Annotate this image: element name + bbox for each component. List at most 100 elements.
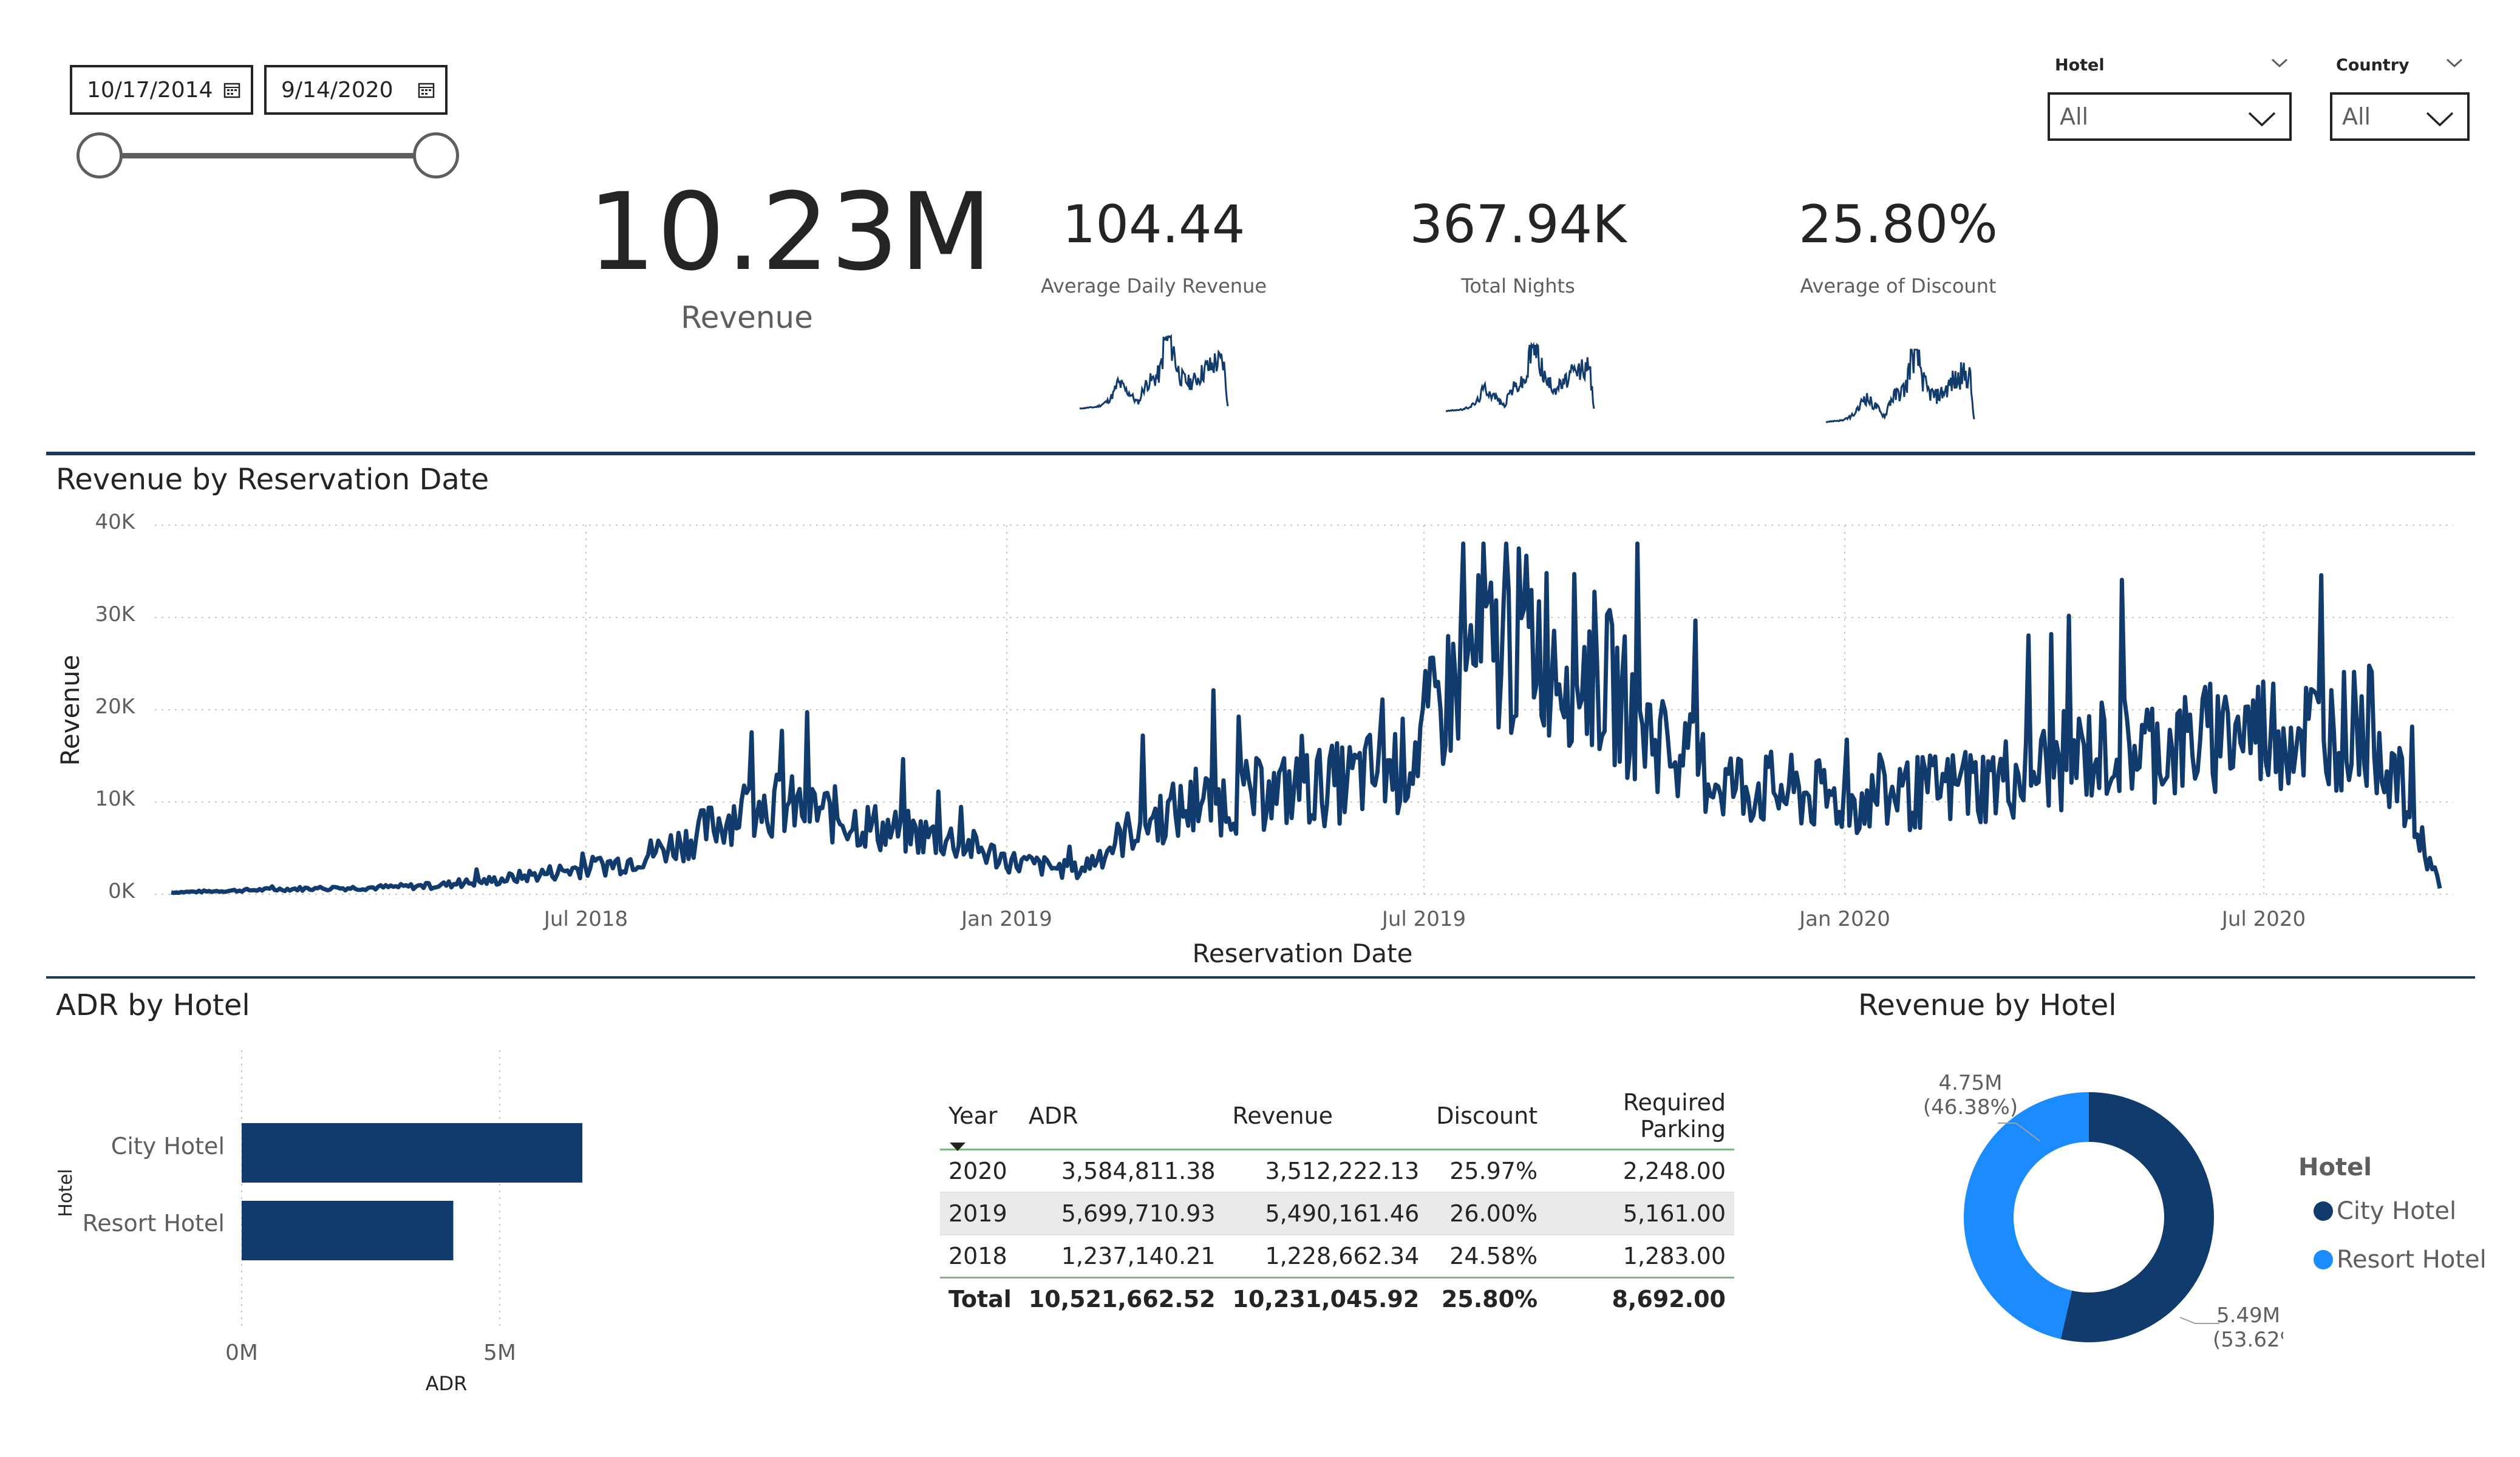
adr-bar-resort-hotel[interactable] <box>242 1201 454 1260</box>
yearly-summary-table: Year ADR Revenue Discount Required Parki… <box>940 1081 1734 1320</box>
x-tick-label: Jan 2020 <box>1798 907 1890 931</box>
nights-kpi-value: 367.94K <box>1409 194 1627 255</box>
cell-adr: 1,237,140.21 <box>1020 1235 1224 1279</box>
x-tick-label: Jul 2019 <box>1381 907 1466 931</box>
adr-kpi-label: Average Daily Revenue <box>1040 274 1267 297</box>
column-header-discount[interactable]: Discount <box>1428 1081 1547 1150</box>
y-tick-label: 40K <box>95 510 135 534</box>
resort-value-label: 4.75M <box>1938 1071 2002 1095</box>
x-tick-label: Jan 2019 <box>960 907 1052 931</box>
end-date-input[interactable]: 9/14/2020 <box>264 65 448 115</box>
calendar-icon[interactable] <box>417 81 435 99</box>
x-axis-label: ADR <box>426 1372 468 1395</box>
end-date-text: 9/14/2020 <box>281 77 393 103</box>
cell-revenue: 1,228,662.34 <box>1224 1235 1428 1279</box>
cell-discount: 25.97% <box>1428 1149 1547 1193</box>
cell-required-parking: 5,161.00 <box>1546 1192 1734 1235</box>
x-tick-label: Jul 2020 <box>2221 907 2306 931</box>
start-date-text: 10/17/2014 <box>87 77 213 103</box>
sort-descending-icon[interactable] <box>950 1143 965 1151</box>
country-slicer-label: Country <box>2336 56 2409 75</box>
resort-pct-label: (46.38%) <box>1923 1095 2018 1119</box>
cell-revenue: 3,512,222.13 <box>1224 1149 1428 1193</box>
cell-year: 2019 <box>940 1192 1020 1235</box>
chevron-down-icon <box>2248 112 2276 126</box>
table-total-row: Total 10,521,662.52 10,231,045.92 25.80%… <box>940 1277 1734 1320</box>
revenue-kpi-label: Revenue <box>681 300 813 335</box>
adr-bar-chart-title: ADR by Hotel <box>56 988 250 1022</box>
discount-kpi-value: 25.80% <box>1799 194 1998 255</box>
y-tick-label: 20K <box>95 695 135 719</box>
column-header-year[interactable]: Year <box>940 1081 1020 1151</box>
legend-item-city-hotel[interactable]: City Hotel <box>2314 1197 2456 1225</box>
hotel-dropdown-value: All <box>2060 103 2089 130</box>
column-header-adr[interactable]: ADR <box>1020 1081 1224 1150</box>
table-row[interactable]: 2018 1,237,140.21 1,228,662.34 24.58% 1,… <box>940 1235 1734 1279</box>
cell-adr: 3,584,811.38 <box>1020 1149 1224 1193</box>
date-range-start-handle[interactable] <box>77 132 123 178</box>
donut-chart-title: Revenue by Hotel <box>1858 988 2117 1022</box>
cell-total-required-parking: 8,692.00 <box>1546 1277 1734 1320</box>
discount-sparkline <box>1825 348 1975 423</box>
x-tick-label: Jul 2018 <box>543 907 628 931</box>
x-axis-label: Reservation Date <box>1193 939 1413 968</box>
date-range-end-handle[interactable] <box>413 132 459 178</box>
table-row[interactable]: 2019 5,699,710.93 5,490,161.46 26.00% 5,… <box>940 1192 1734 1235</box>
cell-year: 2020 <box>940 1149 1020 1193</box>
adr-kpi-value: 104.44 <box>1062 194 1245 255</box>
column-header-required-parking[interactable]: Required Parking <box>1546 1081 1734 1150</box>
adr-sparkline <box>1079 334 1229 410</box>
date-range-slider-track[interactable] <box>100 153 436 158</box>
legend-dot-icon <box>2314 1250 2333 1269</box>
city-pct-label: (53.62%) <box>2213 1328 2283 1352</box>
revenue-line-chart-title: Revenue by Reservation Date <box>56 463 489 497</box>
cell-year: 2018 <box>940 1235 1020 1279</box>
nights-sparkline <box>1446 341 1595 412</box>
country-dropdown[interactable]: All <box>2330 92 2470 141</box>
country-dropdown-value: All <box>2342 103 2371 130</box>
bar-category-label: Resort Hotel <box>83 1210 225 1237</box>
x-tick-label: 0M <box>225 1340 258 1365</box>
legend-label-resort-hotel: Resort Hotel <box>2337 1246 2487 1274</box>
bar-category-label: City Hotel <box>111 1133 225 1160</box>
calendar-icon[interactable] <box>223 81 241 99</box>
cell-revenue: 5,490,161.46 <box>1224 1192 1428 1235</box>
divider-top <box>46 452 2475 455</box>
y-axis-label: Hotel <box>55 1169 77 1217</box>
revenue-kpi-value: 10.23M <box>588 170 993 294</box>
cell-total-adr: 10,521,662.52 <box>1020 1277 1224 1320</box>
legend-label-city-hotel: City Hotel <box>2337 1197 2457 1225</box>
cell-adr: 5,699,710.93 <box>1020 1192 1224 1235</box>
start-date-input[interactable]: 10/17/2014 <box>70 65 253 115</box>
chevron-down-icon[interactable] <box>2271 58 2288 68</box>
nights-kpi-label: Total Nights <box>1461 274 1575 297</box>
y-tick-label: 30K <box>95 602 135 627</box>
column-header-revenue[interactable]: Revenue <box>1224 1081 1428 1150</box>
adr-bar-chart: City Hotel Resort Hotel 0M 5M ADR Hotel <box>55 1050 582 1395</box>
cell-total-revenue: 10,231,045.92 <box>1224 1277 1428 1320</box>
adr-bar-city-hotel[interactable] <box>242 1123 582 1183</box>
city-value-label: 5.49M <box>2216 1303 2280 1328</box>
discount-kpi-label: Average of Discount <box>1800 274 1997 297</box>
divider-middle <box>46 976 2475 979</box>
hotel-dropdown[interactable]: All <box>2048 92 2292 141</box>
hotel-slicer-label: Hotel <box>2055 56 2105 75</box>
revenue-line-chart: 40K 30K 20K 10K 0K Jul 2018 Jan 2019 Jul… <box>55 510 2453 968</box>
donut-legend-title: Hotel <box>2298 1153 2372 1181</box>
legend-dot-icon <box>2314 1201 2333 1221</box>
x-tick-label: 5M <box>483 1340 516 1365</box>
cell-discount: 24.58% <box>1428 1235 1547 1279</box>
chevron-down-icon[interactable] <box>2446 58 2463 68</box>
cell-total-discount: 25.80% <box>1428 1277 1547 1320</box>
table-row[interactable]: 2020 3,584,811.38 3,512,222.13 25.97% 2,… <box>940 1149 1734 1193</box>
cell-discount: 26.00% <box>1428 1192 1547 1235</box>
cell-required-parking: 1,283.00 <box>1546 1235 1734 1279</box>
chevron-down-icon <box>2426 112 2454 126</box>
legend-item-resort-hotel[interactable]: Resort Hotel <box>2314 1246 2487 1274</box>
cell-total-label: Total <box>940 1277 1020 1320</box>
y-axis-label: Revenue <box>55 655 85 766</box>
cell-required-parking: 2,248.00 <box>1546 1149 1734 1193</box>
y-tick-label: 10K <box>95 787 135 811</box>
revenue-series-line <box>171 541 2442 895</box>
y-tick-label: 0K <box>108 879 136 903</box>
